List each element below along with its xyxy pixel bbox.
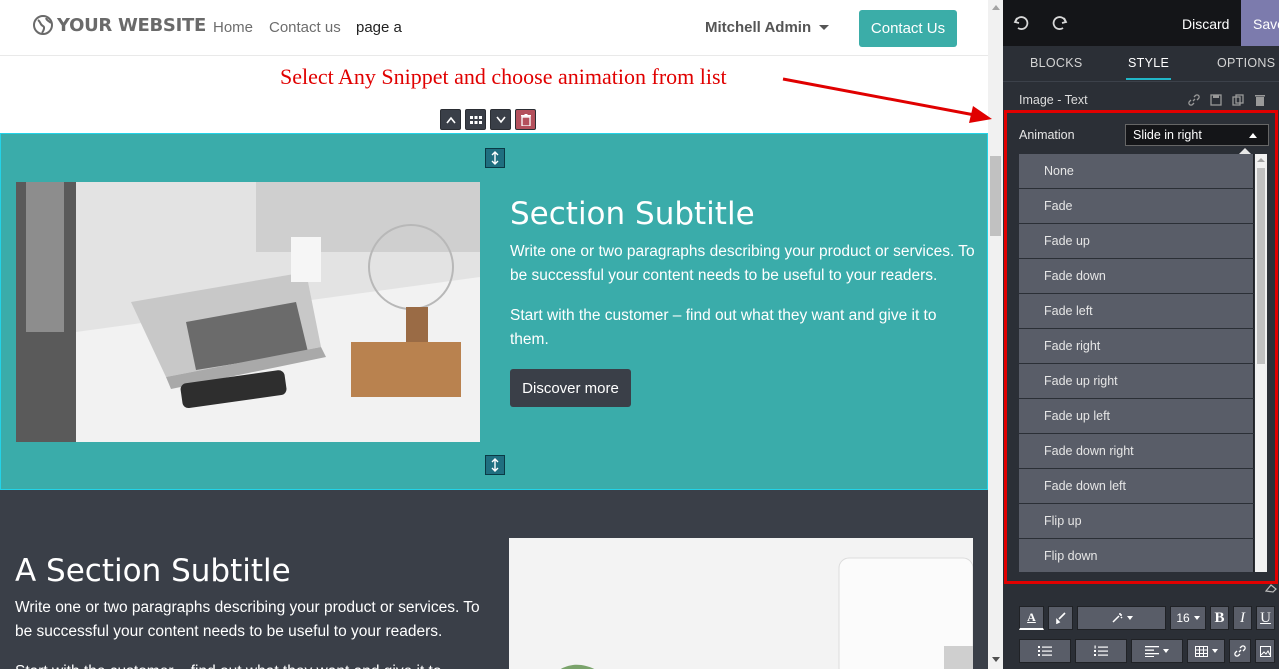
discard-button[interactable]: Discard xyxy=(1182,16,1229,32)
paragraph-align-dropdown[interactable] xyxy=(1131,639,1183,663)
editor-tabs: BLOCKS STYLE OPTIONS xyxy=(1003,46,1279,82)
underline-button[interactable]: U xyxy=(1256,606,1275,630)
ordered-list-icon xyxy=(1094,645,1108,656)
laptop-desk-image[interactable] xyxy=(16,182,480,442)
section-paragraph-2: Start with the customer – find out what … xyxy=(510,307,937,348)
vertical-resize-icon xyxy=(491,151,499,165)
nav-contact[interactable]: Contact us xyxy=(269,19,341,36)
text-toolbar-row-2 xyxy=(1019,639,1275,663)
text-toolbar-row-1: A 16 B I U xyxy=(1019,606,1275,630)
vertical-resize-icon xyxy=(491,458,499,472)
link-icon xyxy=(1234,645,1246,657)
table-icon xyxy=(1194,645,1208,657)
text-color-icon: A xyxy=(1027,610,1036,624)
scroll-up-arrow-icon[interactable] xyxy=(992,5,1000,10)
page: YOUR WEBSITE Home Contact us page a Mitc… xyxy=(0,0,1279,669)
bold-button[interactable]: B xyxy=(1210,606,1229,630)
table-dropdown[interactable] xyxy=(1187,639,1225,663)
nav-home[interactable]: Home xyxy=(213,19,253,36)
globe-icon xyxy=(33,15,53,35)
font-size-dropdown[interactable]: 16 xyxy=(1170,606,1206,630)
site-logo[interactable]: YOUR WEBSITE xyxy=(32,14,206,36)
scroll-down-arrow-icon[interactable] xyxy=(992,657,1000,662)
section-paragraph-2: Start with the customer – find out what … xyxy=(15,660,490,669)
top-navbar: YOUR WEBSITE Home Contact us page a Mitc… xyxy=(0,0,988,56)
user-name: Mitchell Admin xyxy=(705,19,812,36)
style-dropdown-button[interactable] xyxy=(1077,606,1166,630)
section-paragraph-1: Write one or two paragraphs describing y… xyxy=(15,599,480,640)
selected-snippet-name: Image - Text xyxy=(1019,93,1088,107)
highlight-box xyxy=(1004,110,1278,584)
drag-handle-button[interactable] xyxy=(465,109,486,130)
tab-blocks[interactable]: BLOCKS xyxy=(1030,56,1083,70)
editor-header: Discard Save xyxy=(1003,0,1279,46)
trash-icon xyxy=(520,113,531,126)
logo-text: YOUR WEBSITE xyxy=(57,14,206,36)
insert-link-button[interactable] xyxy=(1229,639,1251,663)
scrollbar-thumb[interactable] xyxy=(990,156,1001,236)
tab-options[interactable]: OPTIONS xyxy=(1217,56,1275,70)
duplicate-icon[interactable] xyxy=(1231,93,1245,107)
unordered-list-icon xyxy=(1038,646,1052,656)
magic-wand-icon xyxy=(1111,613,1123,623)
instruction-annotation: Select Any Snippet and choose animation … xyxy=(280,64,727,89)
link-icon[interactable] xyxy=(1187,93,1201,107)
italic-button[interactable]: I xyxy=(1233,606,1252,630)
chevron-down-icon xyxy=(495,116,506,123)
resize-top-handle[interactable] xyxy=(485,148,505,168)
chevron-down-icon xyxy=(819,25,830,30)
text-image-section[interactable]: A Section Subtitle Write one or two para… xyxy=(0,490,988,669)
move-up-button[interactable] xyxy=(440,109,461,130)
redo-icon[interactable] xyxy=(1051,14,1069,32)
user-menu[interactable]: Mitchell Admin xyxy=(705,19,830,36)
plant-photo-illustration xyxy=(509,538,973,669)
image-icon xyxy=(1259,645,1271,657)
annotation-arrow-icon xyxy=(782,77,992,123)
section-title: Section Subtitle xyxy=(510,196,755,232)
image-text-section[interactable]: Section Subtitle Write one or two paragr… xyxy=(0,133,988,490)
laptop-photo-illustration xyxy=(16,182,480,442)
grid-icon xyxy=(469,115,482,124)
save-icon[interactable] xyxy=(1209,93,1223,107)
undo-icon[interactable] xyxy=(1012,14,1030,32)
discover-more-button[interactable]: Discover more xyxy=(510,369,631,407)
save-button[interactable]: Save xyxy=(1241,0,1279,46)
active-tab-indicator xyxy=(1126,78,1171,80)
section-title: A Section Subtitle xyxy=(15,553,291,589)
numbered-list-button[interactable] xyxy=(1075,639,1127,663)
chevron-up-icon xyxy=(445,116,456,123)
resize-bottom-handle[interactable] xyxy=(485,455,505,475)
contact-us-button[interactable]: Contact Us xyxy=(859,10,957,47)
tab-style[interactable]: STYLE xyxy=(1128,56,1169,70)
insert-image-button[interactable] xyxy=(1255,639,1275,663)
eraser-icon[interactable] xyxy=(1265,583,1277,593)
section-paragraph-1: Write one or two paragraphs describing y… xyxy=(510,243,975,284)
delete-snippet-button[interactable] xyxy=(515,109,536,130)
font-size-value: 16 xyxy=(1176,611,1190,625)
font-color-button[interactable]: A xyxy=(1019,606,1044,630)
bullet-list-button[interactable] xyxy=(1019,639,1071,663)
align-left-icon xyxy=(1145,646,1159,657)
snippet-actions xyxy=(1187,93,1267,107)
paintbrush-icon xyxy=(1055,612,1066,624)
snippet-toolbar xyxy=(440,109,536,130)
nav-page-a[interactable]: page a xyxy=(356,19,402,36)
section-image[interactable] xyxy=(509,538,973,669)
move-down-button[interactable] xyxy=(490,109,511,130)
background-color-button[interactable] xyxy=(1048,606,1073,630)
trash-icon[interactable] xyxy=(1253,93,1267,107)
